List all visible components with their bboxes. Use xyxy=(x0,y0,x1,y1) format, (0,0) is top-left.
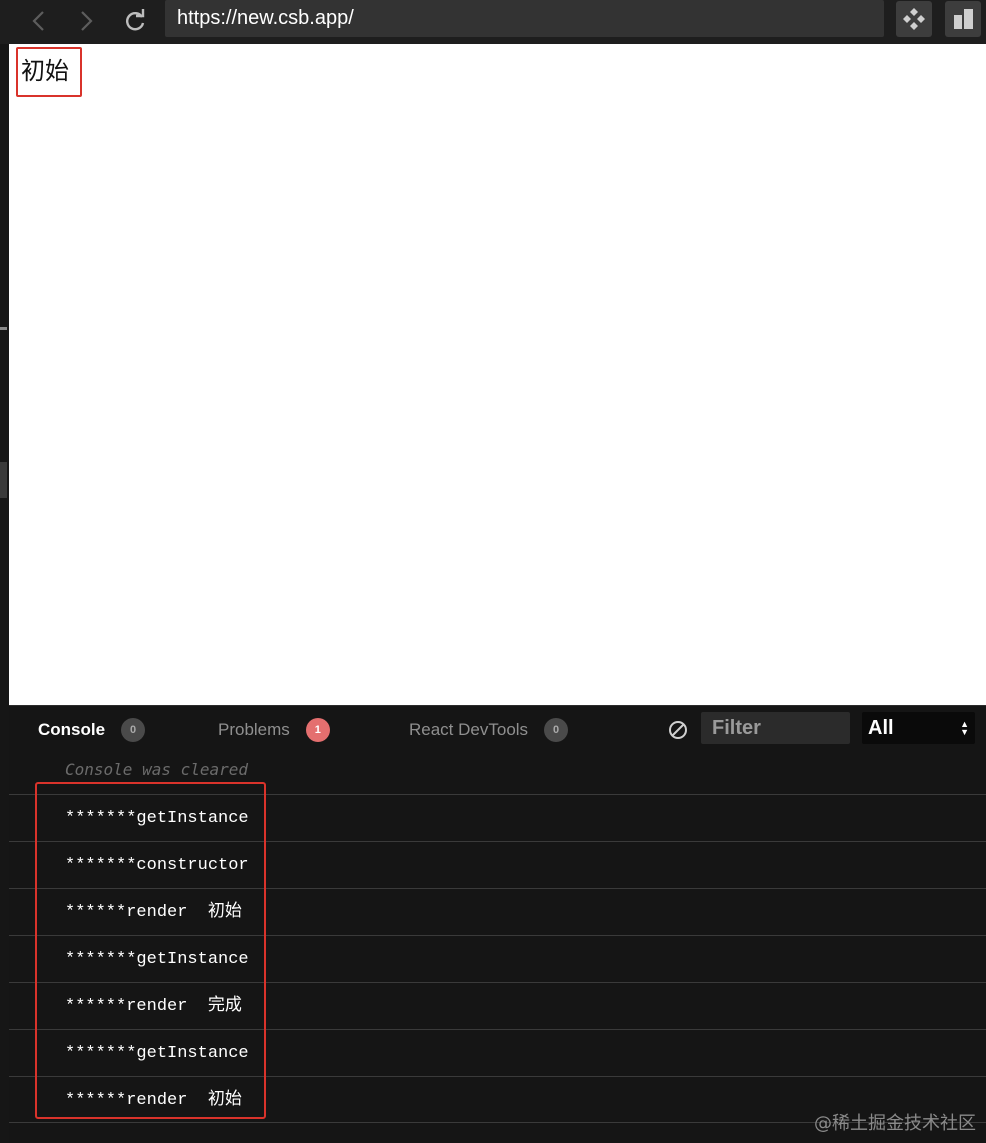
url-bar[interactable]: https://new.csb.app/ xyxy=(165,0,884,37)
split-view-icon xyxy=(954,9,973,29)
chevron-right-icon xyxy=(81,11,93,31)
console-log-row: *******getInstance xyxy=(9,935,986,982)
clear-console-button[interactable] xyxy=(667,719,689,741)
console-log-row: ******render 初始 xyxy=(9,888,986,935)
left-edge-strip xyxy=(0,44,9,1143)
console-log-row: *******getInstance xyxy=(9,794,986,841)
resize-handle[interactable] xyxy=(0,327,7,330)
preview-text: 初始 xyxy=(16,47,82,97)
tab-problems[interactable]: Problems 1 xyxy=(218,716,330,742)
log-level-select[interactable]: All ▲ ▼ xyxy=(862,712,975,744)
browser-toolbar: https://new.csb.app/ xyxy=(0,0,986,44)
move-arrows-icon xyxy=(903,8,925,30)
console-log-row: *******constructor xyxy=(9,841,986,888)
back-button[interactable] xyxy=(24,6,54,36)
tab-console-label: Console xyxy=(38,719,106,739)
console-cleared-message: Console was cleared xyxy=(65,760,249,779)
forward-button[interactable] xyxy=(71,6,101,36)
react-devtools-count-badge: 0 xyxy=(544,717,569,742)
select-arrows-icon: ▲ ▼ xyxy=(960,719,969,737)
split-view-button[interactable] xyxy=(945,1,981,37)
reload-button[interactable] xyxy=(120,6,150,36)
scroll-thumb[interactable] xyxy=(0,462,7,498)
tab-react-devtools-label: React DevTools xyxy=(409,719,529,739)
block-icon xyxy=(669,721,687,739)
problems-count-badge: 1 xyxy=(305,717,330,742)
tab-problems-label: Problems xyxy=(218,719,290,739)
chevron-left-icon xyxy=(32,11,44,31)
watermark: @稀土掘金技术社区 xyxy=(814,1113,976,1134)
extension-button[interactable] xyxy=(896,1,932,37)
tab-console[interactable]: Console 0 xyxy=(38,716,146,742)
console-count-badge: 0 xyxy=(121,717,146,742)
filter-input[interactable] xyxy=(701,712,850,744)
reload-icon xyxy=(126,9,145,31)
console-log-row: ******render 完成 xyxy=(9,982,986,1029)
devtools-panel: Console 0 Problems 1 React DevTools 0 All ▲… xyxy=(9,705,986,1143)
console-log-row: *******getInstance xyxy=(9,1029,986,1076)
console-log-list: *******getInstance *******constructor **… xyxy=(9,794,986,1123)
tab-react-devtools[interactable]: React DevTools 0 xyxy=(409,716,569,742)
preview-pane: 初始 xyxy=(9,44,986,705)
log-level-value: All xyxy=(868,717,894,739)
